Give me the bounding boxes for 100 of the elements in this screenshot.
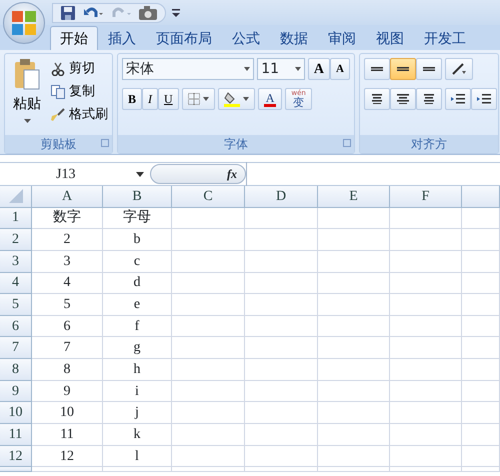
- table-cell: k: [103, 424, 172, 446]
- empty-cell: [390, 446, 462, 468]
- undo-icon[interactable]: [83, 6, 103, 20]
- align-right-button[interactable]: [416, 88, 442, 110]
- column-header[interactable]: B: [103, 186, 172, 208]
- name-box[interactable]: J13: [0, 164, 150, 184]
- ribbon-tab[interactable]: 开发工: [414, 26, 476, 50]
- align-center-icon: [396, 94, 410, 104]
- empty-cell: [390, 316, 462, 338]
- empty-cell: [318, 272, 390, 294]
- empty-cell: [390, 380, 462, 402]
- empty-cell: [318, 294, 390, 316]
- caret-icon: [422, 66, 436, 72]
- camera-icon[interactable]: [139, 6, 157, 20]
- top-align-button[interactable]: [364, 58, 390, 80]
- increase-indent-button[interactable]: [471, 88, 497, 110]
- table-cell: 9: [32, 380, 103, 402]
- column-header[interactable]: C: [172, 186, 245, 208]
- row-header[interactable]: 4: [0, 272, 32, 294]
- row-header[interactable]: 6: [0, 316, 32, 338]
- table-cell: j: [103, 402, 172, 424]
- copy-icon: [51, 85, 65, 99]
- paste-button[interactable]: 粘贴: [9, 58, 45, 131]
- borders-icon: [188, 93, 200, 105]
- row-header[interactable]: 8: [0, 359, 32, 381]
- row-header[interactable]: 9: [0, 380, 32, 402]
- align-left-button[interactable]: [364, 88, 390, 110]
- format-painter-button[interactable]: 格式刷: [51, 104, 108, 126]
- table-cell: 4: [32, 272, 103, 294]
- cut-button[interactable]: 剪切: [51, 58, 108, 80]
- office-logo-icon[interactable]: [3, 2, 45, 44]
- empty-cell: [318, 380, 390, 402]
- row-header[interactable]: 12: [0, 446, 32, 468]
- increase-indent-icon: [477, 93, 491, 105]
- align-center-button[interactable]: [390, 88, 416, 110]
- ribbon-tab[interactable]: 审阅: [318, 26, 366, 50]
- table-cell: e: [103, 294, 172, 316]
- borders-button[interactable]: [182, 88, 215, 110]
- empty-cell: [462, 424, 500, 446]
- table-cell: 8: [32, 359, 103, 381]
- empty-cell: [462, 359, 500, 381]
- bottom-align-button[interactable]: [416, 58, 442, 80]
- ribbon-tab[interactable]: 视图: [366, 26, 414, 50]
- empty-cell: [462, 337, 500, 360]
- underline-button[interactable]: U: [158, 88, 179, 110]
- table-cell: 数字: [32, 208, 103, 230]
- column-header[interactable]: A: [32, 186, 103, 208]
- empty-cell: [462, 294, 500, 316]
- row-header[interactable]: 5: [0, 294, 32, 316]
- row-header[interactable]: 1: [0, 208, 32, 230]
- empty-cell: [462, 380, 500, 402]
- font-color-button[interactable]: A: [258, 88, 282, 110]
- shrink-font-button[interactable]: A: [330, 58, 350, 80]
- row-header[interactable]: 2: [0, 229, 32, 251]
- empty-cell: [318, 402, 390, 424]
- empty-cell: [318, 424, 390, 446]
- bold-button[interactable]: B: [122, 88, 142, 110]
- empty-cell: [390, 294, 462, 316]
- table-cell: 3: [32, 250, 103, 273]
- customize-arrow-icon[interactable]: [172, 8, 180, 18]
- align-right-icon: [422, 94, 436, 104]
- group-label: 对齐方: [411, 137, 447, 151]
- empty-cell: [462, 402, 500, 424]
- font-name-field[interactable]: 宋体: [122, 58, 254, 80]
- font-size-field[interactable]: 11: [257, 58, 305, 80]
- column-header[interactable]: F: [390, 186, 462, 208]
- orientation-button[interactable]: [445, 58, 473, 80]
- empty-cell: [462, 316, 500, 338]
- row-header[interactable]: 11: [0, 424, 32, 446]
- empty-cell: [462, 250, 500, 273]
- middle-align-button[interactable]: [390, 58, 416, 80]
- insert-function-button[interactable]: fx: [150, 164, 246, 184]
- decrease-indent-button[interactable]: [445, 88, 471, 110]
- column-header[interactable]: D: [245, 186, 318, 208]
- caret-icon: [244, 67, 250, 71]
- empty-cell: [318, 337, 390, 360]
- ribbon-tab[interactable]: 页面布局: [146, 26, 222, 50]
- italic-button[interactable]: I: [142, 88, 158, 110]
- empty-cell: [390, 272, 462, 294]
- grow-font-button[interactable]: A: [308, 58, 330, 80]
- group-label: 字体: [224, 137, 248, 151]
- fill-color-button[interactable]: [218, 88, 255, 110]
- ribbon-tab[interactable]: 插入: [98, 26, 146, 50]
- column-header[interactable]: E: [318, 186, 390, 208]
- copy-button[interactable]: 复制: [51, 81, 108, 103]
- empty-cell: [462, 208, 500, 230]
- empty-cell: [390, 229, 462, 251]
- table-cell: 5: [32, 294, 103, 316]
- row-header[interactable]: 3: [0, 250, 32, 273]
- empty-cell: [318, 208, 390, 230]
- ribbon-tab[interactable]: 公式: [222, 26, 270, 50]
- table-cell: d: [103, 272, 172, 294]
- ribbon-tab[interactable]: 开始: [50, 26, 98, 50]
- ribbon-tab[interactable]: 数据: [270, 26, 318, 50]
- row-header[interactable]: 10: [0, 402, 32, 424]
- scissors-icon: [51, 62, 65, 76]
- fill-color-icon: [224, 91, 240, 107]
- empty-cell: [390, 208, 462, 230]
- row-header[interactable]: 7: [0, 337, 32, 360]
- save-icon[interactable]: [61, 6, 75, 20]
